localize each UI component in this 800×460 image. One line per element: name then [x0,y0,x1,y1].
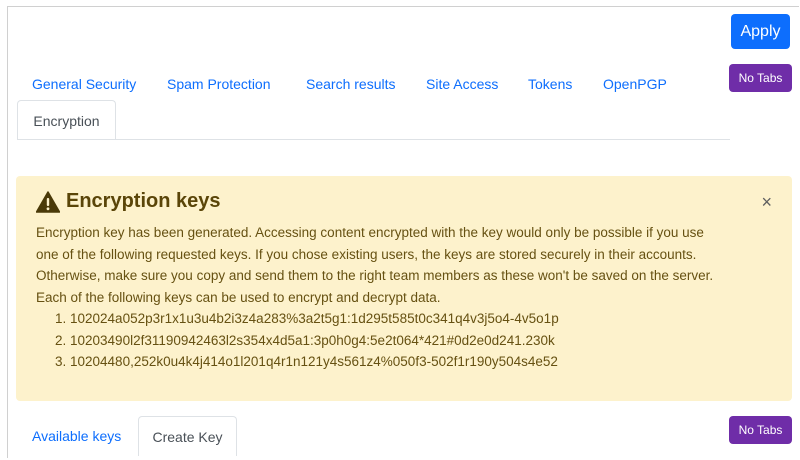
alert-title: Encryption keys [66,190,221,212]
tab-tokens[interactable]: Tokens [528,76,572,92]
encryption-keys-alert: Encryption keys × Encryption key has bee… [16,176,792,401]
alert-body: Encryption key has been generated. Acces… [36,222,781,373]
no-tabs-button[interactable]: No Tabs [729,64,792,92]
no-tabs-button-bottom[interactable]: No Tabs [729,416,792,444]
alert-line: Each of the following keys can be used t… [36,289,441,305]
apply-button[interactable]: Apply [731,14,790,49]
tab-create-key[interactable]: Create Key [138,416,237,456]
tab-available-keys[interactable]: Available keys [32,428,121,444]
tab-search-results[interactable]: Search results [306,76,395,92]
tabs-divider [17,139,730,140]
tab-openpgp[interactable]: OpenPGP [603,76,667,92]
alert-heading: Encryption keys [36,190,221,213]
key-item[interactable]: 3. 10204480,252k0u4k4j414o1l201q4r1n121y… [36,351,781,373]
key-item[interactable]: 2. 10203490l2f31190942463l2s354x4d5a1:3p… [36,330,781,352]
close-icon[interactable]: × [761,192,772,213]
key-item[interactable]: 1. 102024a052p3r1x1u3u4b2i3z4a283%3a2t5g… [36,308,781,330]
alert-line: one of the following requested keys. If … [36,246,697,262]
tab-site-access[interactable]: Site Access [426,76,498,92]
tab-general-security[interactable]: General Security [32,76,136,92]
warning-triangle-icon [36,190,60,213]
key-list: 1. 102024a052p3r1x1u3u4b2i3z4a283%3a2t5g… [36,308,781,373]
alert-line: Encryption key has been generated. Acces… [36,225,704,240]
tab-encryption[interactable]: Encryption [17,100,116,140]
alert-line: Otherwise, make sure you copy and send t… [36,268,714,283]
tab-spam-protection[interactable]: Spam Protection [167,76,271,92]
